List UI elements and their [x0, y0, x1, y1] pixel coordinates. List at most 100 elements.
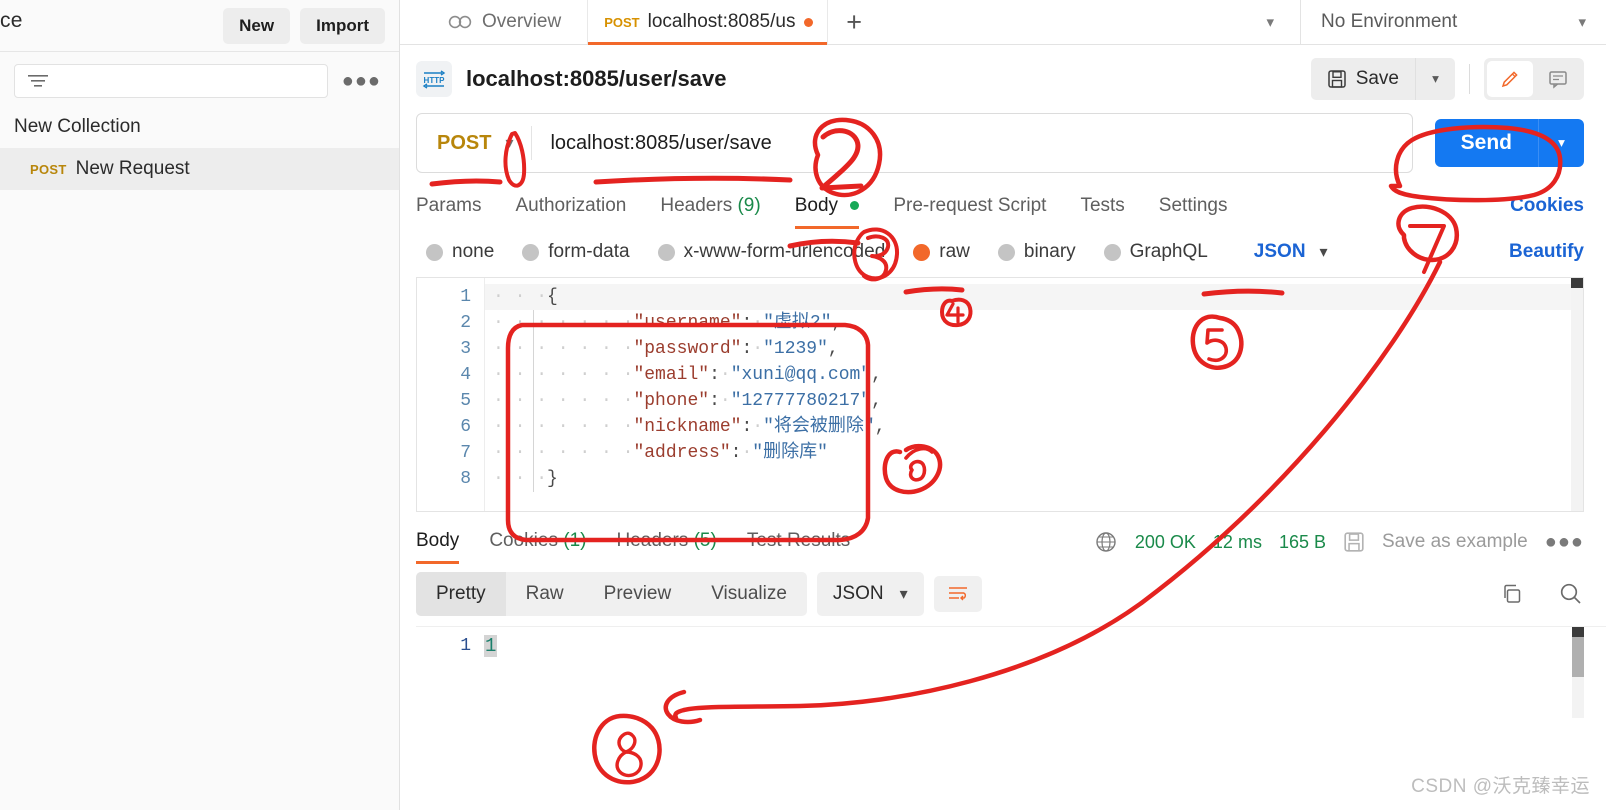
- body-type-binary-label: binary: [1023, 241, 1076, 262]
- response-tab-test-results[interactable]: Test Results: [747, 530, 850, 564]
- view-mode-visualize[interactable]: Visualize: [691, 572, 807, 616]
- response-toolbar: Pretty Raw Preview Visualize JSON ▾: [400, 564, 1606, 616]
- response-tab-body[interactable]: Body: [416, 530, 460, 564]
- filter-input[interactable]: [14, 64, 328, 98]
- environment-selector[interactable]: No Environment ▾: [1300, 0, 1606, 44]
- cookies-link[interactable]: Cookies: [1510, 195, 1584, 229]
- tab-overview-label: Overview: [482, 11, 562, 32]
- send-button[interactable]: Send: [1434, 119, 1538, 167]
- beautify-link[interactable]: Beautify: [1509, 241, 1584, 263]
- body-type-none[interactable]: none: [426, 241, 494, 263]
- send-options-chevron-down-icon[interactable]: ▾: [1538, 119, 1584, 167]
- response-view-modes: Pretty Raw Preview Visualize: [416, 572, 807, 616]
- tab-pre-request-script[interactable]: Pre-request Script: [893, 195, 1046, 229]
- body-type-form-data-label: form-data: [548, 241, 630, 262]
- search-icon[interactable]: [1558, 581, 1584, 607]
- tab-headers-label: Headers: [660, 195, 733, 216]
- response-tab-headers[interactable]: Headers (5): [616, 530, 716, 564]
- url-input[interactable]: [532, 131, 1412, 155]
- tab-request-method: POST: [604, 14, 640, 30]
- code-line-8: · · ·}: [493, 469, 558, 489]
- method-chevron-down-icon: ▾: [505, 135, 514, 152]
- save-example-disk-icon[interactable]: [1343, 531, 1365, 553]
- import-button[interactable]: Import: [300, 7, 385, 44]
- wrap-lines-button[interactable]: [933, 576, 982, 612]
- code-line-6: · · · · · · ·"nickname":·"将会被删除",: [493, 417, 886, 437]
- view-mode-raw[interactable]: Raw: [506, 572, 584, 616]
- response-more-icon[interactable]: ●●●: [1545, 531, 1584, 554]
- body-type-graphql[interactable]: GraphQL: [1103, 241, 1208, 263]
- line-number: 5: [460, 391, 471, 411]
- tab-body[interactable]: Body: [794, 195, 860, 229]
- body-type-graphql-label: GraphQL: [1129, 241, 1208, 262]
- raw-format-label: JSON: [1253, 241, 1306, 262]
- status-code: 200 OK: [1134, 531, 1196, 552]
- tab-tests[interactable]: Tests: [1080, 195, 1124, 229]
- collection-name[interactable]: New Collection: [0, 108, 399, 148]
- edit-pencil-icon[interactable]: [1487, 61, 1533, 97]
- radio-icon: [522, 243, 540, 261]
- response-body-line-1: 1: [484, 633, 1606, 659]
- save-disk-icon: [1327, 70, 1346, 88]
- body-type-form-data[interactable]: form-data: [522, 241, 630, 263]
- editor-code-area[interactable]: · · ·{ · · · · · · ·"username":·"虚拟2", ·…: [485, 278, 1583, 511]
- tab-settings[interactable]: Settings: [1159, 195, 1228, 229]
- tab-request-title: localhost:8085/user/sa: [647, 11, 797, 32]
- save-button[interactable]: Save: [1310, 58, 1415, 100]
- line-number: 3: [460, 339, 471, 359]
- page-title: localhost:8085/user/save: [466, 66, 727, 91]
- response-line-numbers: 1: [416, 627, 484, 718]
- tab-list-chevron-down-icon[interactable]: ▾: [1240, 13, 1300, 31]
- editor-vertical-scrollbar[interactable]: [1571, 278, 1583, 511]
- radio-icon: [426, 243, 443, 261]
- request-body-editor[interactable]: 1 2 3 4 5 6 7 8 · · ·{ · · · · · · ·"use…: [416, 277, 1584, 512]
- line-number: 2: [460, 313, 471, 333]
- radio-icon: [1103, 243, 1121, 261]
- response-tab-cookies[interactable]: Cookies (1): [489, 530, 586, 564]
- tab-authorization[interactable]: Authorization: [515, 195, 626, 229]
- response-tab-cookies-count: (1): [563, 530, 587, 551]
- sidebar-item-new-request[interactable]: POST New Request: [0, 148, 399, 190]
- radio-selected-icon: [913, 243, 931, 261]
- response-format-label: JSON: [832, 583, 884, 604]
- raw-format-chevron-down-icon: ▾: [1319, 244, 1328, 261]
- tab-overview[interactable]: Overview: [400, 0, 589, 44]
- sidebar-more-icon[interactable]: ●●●: [338, 70, 385, 93]
- sidebar-request-method: POST: [30, 162, 67, 177]
- raw-format-selector[interactable]: JSON ▾: [1254, 241, 1328, 263]
- body-type-binary[interactable]: binary: [997, 241, 1076, 263]
- code-line-5: · · · · · · ·"phone":·"12777780217",: [493, 391, 882, 411]
- tab-params[interactable]: Params: [416, 195, 481, 229]
- new-tab-button[interactable]: +: [828, 0, 880, 44]
- tab-strip: Overview POST localhost:8085/user/sa + ▾…: [400, 0, 1606, 45]
- toolbar-divider: [1469, 64, 1470, 94]
- overview-icon: [448, 15, 472, 29]
- tab-request-active[interactable]: POST localhost:8085/user/sa: [588, 0, 829, 45]
- sidebar-filter-row: ●●●: [0, 52, 399, 108]
- comment-icon[interactable]: [1535, 61, 1581, 97]
- response-body-value: 1: [484, 635, 498, 657]
- new-button[interactable]: New: [223, 7, 291, 44]
- response-status-group: 200 OK 12 ms 165 B Save as example ●●●: [1094, 530, 1584, 564]
- indent-guide: [533, 310, 534, 492]
- body-type-raw[interactable]: raw: [913, 241, 970, 263]
- http-protocol-icon: HTTP: [416, 61, 452, 97]
- tab-body-label: Body: [794, 195, 839, 216]
- body-type-urlencoded[interactable]: x-www-form-urlencoded: [657, 241, 885, 263]
- response-body-viewer[interactable]: 1 1: [416, 626, 1606, 718]
- view-mode-pretty[interactable]: Pretty: [416, 572, 506, 616]
- response-format-selector[interactable]: JSON ▾: [816, 572, 924, 616]
- save-as-example-button[interactable]: Save as example: [1382, 531, 1528, 553]
- request-title-row: HTTP localhost:8085/user/save Save ▾: [400, 45, 1606, 113]
- body-present-dot-icon: [850, 201, 860, 211]
- url-row: POST ▾ Send ▾: [400, 113, 1606, 173]
- save-options-chevron-down-icon[interactable]: ▾: [1415, 58, 1455, 100]
- view-mode-preview[interactable]: Preview: [584, 572, 692, 616]
- code-line-7: · · · · · · ·"address":·"删除库": [493, 443, 828, 463]
- method-selector[interactable]: POST ▾: [417, 126, 533, 160]
- postman-window: ce New Import ●●● New Collection POST Ne…: [0, 0, 1606, 810]
- tab-headers[interactable]: Headers (9): [660, 195, 760, 229]
- response-vertical-scrollbar[interactable]: [1572, 627, 1584, 718]
- request-tabs: Params Authorization Headers (9) Body Pr…: [400, 173, 1606, 229]
- copy-icon[interactable]: [1500, 582, 1524, 606]
